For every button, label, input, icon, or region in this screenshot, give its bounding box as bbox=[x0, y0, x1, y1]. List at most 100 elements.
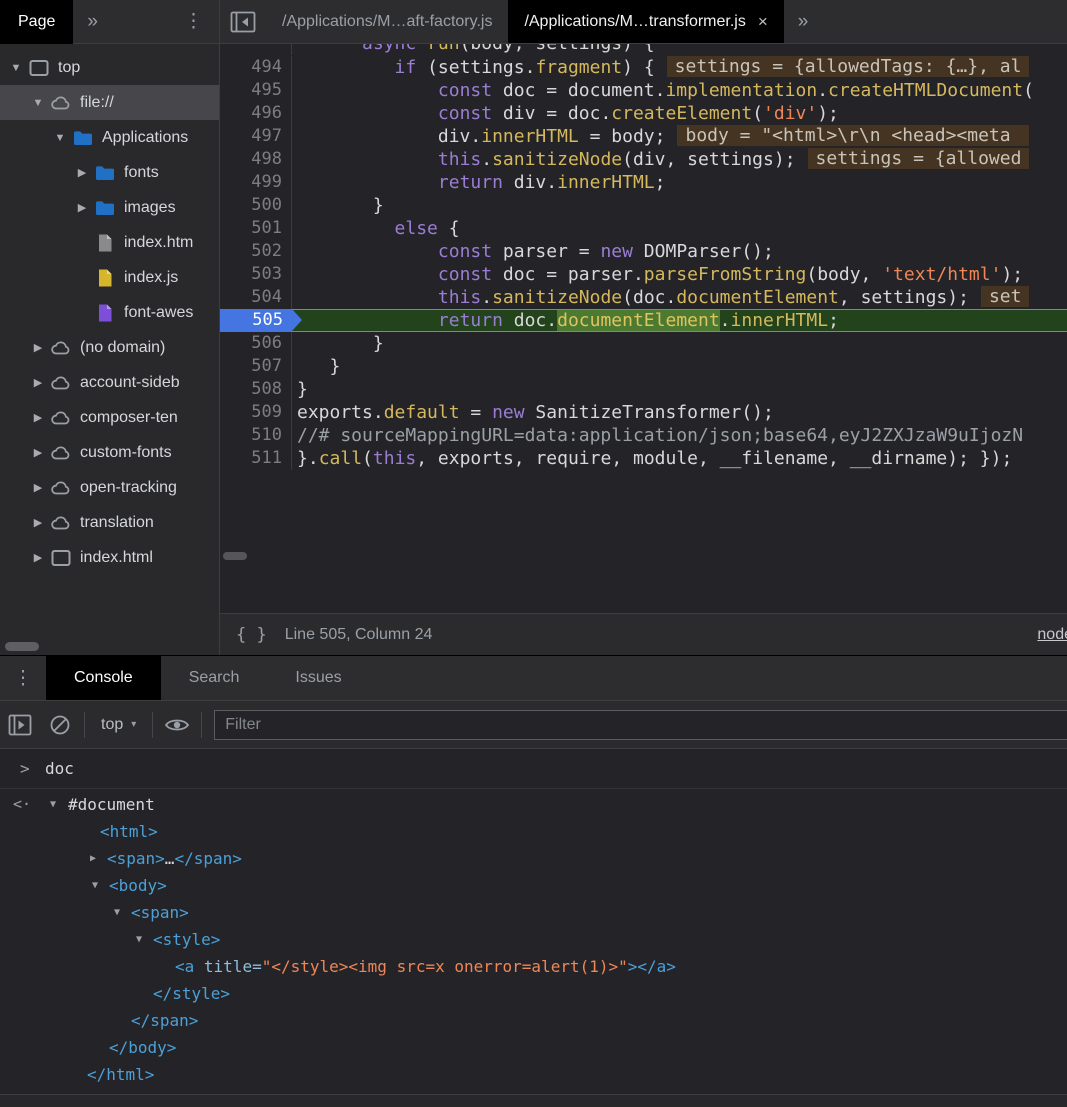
disclosure-triangle-icon[interactable]: ▶ bbox=[30, 481, 46, 494]
line-number[interactable]: 503 bbox=[220, 263, 292, 286]
line-number[interactable]: 508 bbox=[220, 378, 292, 401]
tree-item-file-[interactable]: ▼file:// bbox=[0, 85, 219, 120]
line-content[interactable]: async run(body, settings) { bbox=[292, 44, 1067, 55]
line-content[interactable]: const parser = new DOMParser(); bbox=[292, 240, 1067, 263]
sidebar-scrollbar[interactable] bbox=[0, 642, 219, 651]
line-content[interactable]: const doc = parser.parseFromString(body,… bbox=[292, 263, 1067, 286]
console-dom-node[interactable]: ▼#document bbox=[0, 791, 1067, 818]
line-number[interactable]: 497 bbox=[220, 125, 292, 148]
tree-item-applications[interactable]: ▼Applications bbox=[0, 120, 219, 155]
line-number[interactable]: 495 bbox=[220, 79, 292, 102]
console-dom-node[interactable]: ▼<body> bbox=[0, 872, 1067, 899]
line-content[interactable]: return doc.documentElement.innerHTML; bbox=[292, 309, 1067, 332]
console-filter-input[interactable] bbox=[214, 710, 1067, 740]
line-content[interactable]: else { bbox=[292, 217, 1067, 240]
disclosure-triangle-icon[interactable]: ▶ bbox=[30, 516, 46, 529]
line-number[interactable]: 500 bbox=[220, 194, 292, 217]
more-tabs-icon[interactable]: » bbox=[73, 11, 112, 33]
line-content[interactable]: this.sanitizeNode(doc.documentElement, s… bbox=[292, 286, 1067, 309]
code-line-506[interactable]: 506 } bbox=[220, 332, 1067, 355]
console-dom-node[interactable]: </span> bbox=[0, 1007, 1067, 1034]
disclosure-triangle-icon[interactable]: ▶ bbox=[74, 201, 90, 214]
code-line-497[interactable]: 497 div.innerHTML = body;body = "<html>\… bbox=[220, 125, 1067, 148]
code-line-502[interactable]: 502 const parser = new DOMParser(); bbox=[220, 240, 1067, 263]
editor-hscrollbar-thumb[interactable] bbox=[223, 552, 247, 560]
close-tab-icon[interactable]: × bbox=[758, 12, 768, 32]
tab-search[interactable]: Search bbox=[161, 656, 268, 700]
console-dom-node[interactable]: </html> bbox=[0, 1061, 1067, 1088]
console-dom-node[interactable]: </body> bbox=[0, 1034, 1067, 1061]
tab-sanitize-transformer-file[interactable]: /Applications/M…transformer.js × bbox=[508, 0, 783, 43]
clear-console-button[interactable] bbox=[40, 714, 80, 736]
line-number[interactable]: 507 bbox=[220, 355, 292, 378]
disclosure-triangle-icon[interactable]: ▼ bbox=[8, 62, 24, 74]
tree-item-composer-ten[interactable]: ▶composer-ten bbox=[0, 400, 219, 435]
disclosure-triangle-icon[interactable]: ▶ bbox=[30, 411, 46, 424]
context-selector[interactable]: top ▾ bbox=[89, 716, 148, 734]
editor-hscrollbar[interactable] bbox=[220, 552, 1067, 565]
tree-item-fonts[interactable]: ▶fonts bbox=[0, 155, 219, 190]
console-dom-node[interactable]: ▼<style> bbox=[0, 926, 1067, 953]
line-content[interactable]: } bbox=[292, 332, 1067, 355]
node-link[interactable]: node bbox=[1037, 626, 1067, 644]
drawer-menu-icon[interactable]: ⋮ bbox=[0, 656, 46, 700]
line-content[interactable]: } bbox=[292, 355, 1067, 378]
disclosure-triangle-icon[interactable]: ▼ bbox=[50, 791, 56, 818]
line-number[interactable]: 499 bbox=[220, 171, 292, 194]
disclosure-triangle-icon[interactable]: ▶ bbox=[30, 341, 46, 354]
code-line-496[interactable]: 496 const div = doc.createElement('div')… bbox=[220, 102, 1067, 125]
line-content[interactable]: return div.innerHTML; bbox=[292, 171, 1067, 194]
line-number[interactable]: 510 bbox=[220, 424, 292, 447]
tree-item-open-tracking[interactable]: ▶open-tracking bbox=[0, 470, 219, 505]
line-number[interactable]: 511 bbox=[220, 447, 292, 470]
code-line-507[interactable]: 507 } bbox=[220, 355, 1067, 378]
disclosure-triangle-icon[interactable]: ▶ bbox=[74, 166, 90, 179]
line-content[interactable]: exports.default = new SanitizeTransforme… bbox=[292, 401, 1067, 424]
line-content[interactable]: const doc = document.implementation.crea… bbox=[292, 79, 1067, 102]
tree-item-translation[interactable]: ▶translation bbox=[0, 505, 219, 540]
line-number[interactable]: 494 bbox=[220, 56, 292, 79]
disclosure-triangle-icon[interactable]: ▶ bbox=[30, 446, 46, 459]
console-dom-node[interactable]: <html> bbox=[0, 818, 1067, 845]
disclosure-triangle-icon[interactable]: ▶ bbox=[90, 845, 96, 872]
code-line-508[interactable]: 508} bbox=[220, 378, 1067, 401]
line-number[interactable]: 498 bbox=[220, 148, 292, 171]
console-command-row[interactable]: > doc bbox=[0, 749, 1067, 789]
code-line-503[interactable]: 503 const doc = parser.parseFromString(b… bbox=[220, 263, 1067, 286]
sidebar-scrollbar-thumb[interactable] bbox=[5, 642, 39, 651]
code-line-494[interactable]: 494 if (settings.fragment) {settings = {… bbox=[220, 56, 1067, 79]
code-line-498[interactable]: 498 this.sanitizeNode(div, settings);set… bbox=[220, 148, 1067, 171]
code-line-505[interactable]: 505 return doc.documentElement.innerHTML… bbox=[220, 309, 1067, 332]
line-number[interactable]: 509 bbox=[220, 401, 292, 424]
console-dom-node[interactable]: ▶<span>…</span> bbox=[0, 845, 1067, 872]
console-sidebar-button[interactable] bbox=[0, 714, 40, 736]
console-dom-node[interactable]: </style> bbox=[0, 980, 1067, 1007]
code-line-504[interactable]: 504 this.sanitizeNode(doc.documentElemen… bbox=[220, 286, 1067, 309]
disclosure-triangle-icon[interactable]: ▼ bbox=[114, 899, 120, 926]
line-number[interactable] bbox=[220, 44, 292, 55]
code-line-511[interactable]: 511}.call(this, exports, require, module… bbox=[220, 447, 1067, 470]
console-dom-node[interactable]: ▼<span> bbox=[0, 899, 1067, 926]
code-line-510[interactable]: 510//# sourceMappingURL=data:application… bbox=[220, 424, 1067, 447]
tree-item-account-sideb[interactable]: ▶account-sideb bbox=[0, 365, 219, 400]
tree-item-index-html[interactable]: ▶index.html bbox=[0, 540, 219, 575]
code-line-495[interactable]: 495 const doc = document.implementation.… bbox=[220, 79, 1067, 102]
navigator-menu-icon[interactable]: ⋮ bbox=[176, 10, 211, 33]
line-content[interactable]: div.innerHTML = body;body = "<html>\r\n … bbox=[292, 125, 1067, 148]
tab-issues[interactable]: Issues bbox=[267, 656, 369, 700]
tree-item-index-htm[interactable]: index.htm bbox=[0, 225, 219, 260]
line-number[interactable]: 506 bbox=[220, 332, 292, 355]
disclosure-triangle-icon[interactable]: ▶ bbox=[30, 551, 46, 564]
line-content[interactable]: if (settings.fragment) {settings = {allo… bbox=[292, 56, 1067, 79]
line-content[interactable]: this.sanitizeNode(div, settings);setting… bbox=[292, 148, 1067, 171]
line-content[interactable]: const div = doc.createElement('div'); bbox=[292, 102, 1067, 125]
live-expression-button[interactable] bbox=[157, 716, 197, 734]
code-editor[interactable]: async run(body, settings) { 494 if (sett… bbox=[220, 44, 1067, 613]
line-number[interactable]: 501 bbox=[220, 217, 292, 240]
code-line-500[interactable]: 500 } bbox=[220, 194, 1067, 217]
tree-item-font-awes[interactable]: font-awes bbox=[0, 295, 219, 330]
line-content[interactable]: } bbox=[292, 194, 1067, 217]
console-dom-node[interactable]: <a title="</style><img src=x onerror=ale… bbox=[0, 953, 1067, 980]
pretty-print-icon[interactable]: { } bbox=[220, 625, 285, 645]
code-line-501[interactable]: 501 else { bbox=[220, 217, 1067, 240]
